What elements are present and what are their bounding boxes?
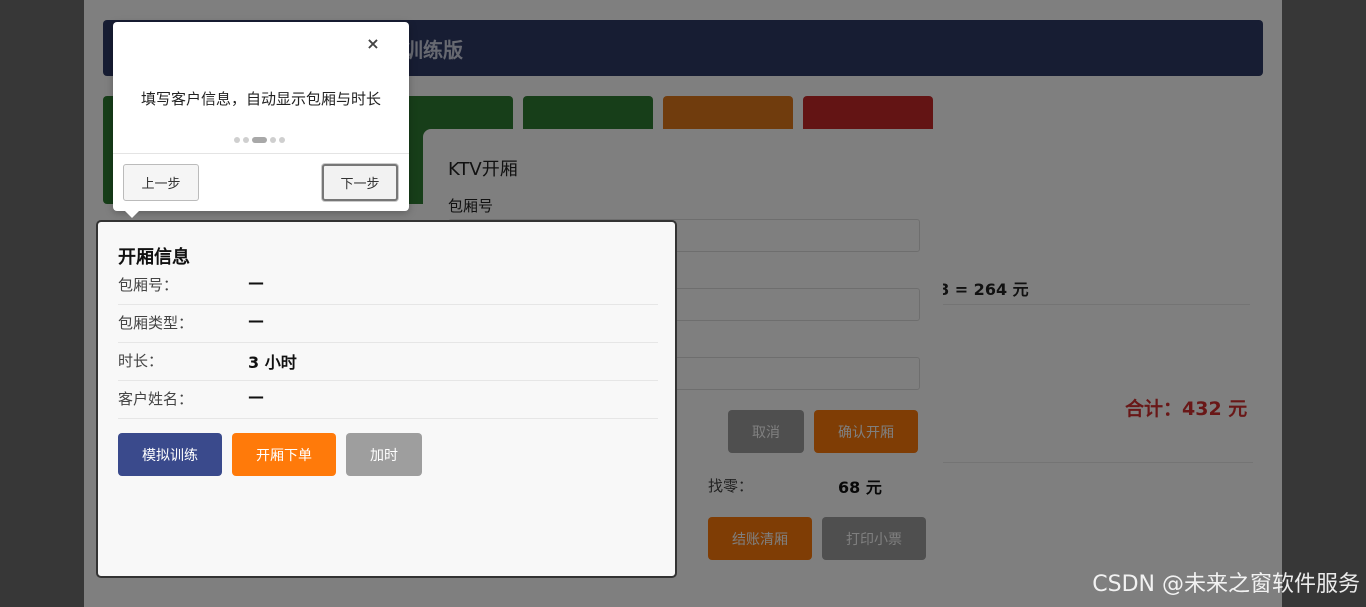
next-step-button[interactable]: 下一步 — [322, 164, 398, 201]
tour-popover: × 填写客户信息，自动显示包厢与时长 上一步 下一步 — [113, 22, 409, 218]
step-dot — [234, 137, 240, 143]
step-dot — [270, 137, 276, 143]
step-dot — [243, 137, 249, 143]
info-row-customer-name: 客户姓名： — — [118, 380, 658, 419]
step-dot-active — [252, 137, 267, 143]
info-label: 客户姓名： — [118, 390, 194, 408]
extend-time-button[interactable]: 加时 — [346, 433, 422, 476]
close-icon[interactable]: × — [365, 36, 381, 52]
step-dot — [279, 137, 285, 143]
prev-step-button[interactable]: 上一步 — [123, 164, 199, 201]
info-value: — — [248, 311, 264, 330]
tour-step-indicator — [234, 137, 285, 143]
info-label: 包厢类型： — [118, 314, 194, 332]
tour-divider — [113, 153, 409, 154]
info-value: 3 小时 — [248, 353, 297, 372]
info-value: — — [248, 387, 264, 406]
info-row-room-type: 包厢类型： — — [118, 304, 658, 343]
info-label: 时长： — [118, 352, 164, 370]
info-row-duration: 时长： 3 小时 — [118, 342, 658, 381]
info-row-room-number: 包厢号： — — [118, 266, 658, 305]
info-label: 包厢号： — [118, 276, 179, 294]
popover-arrow — [125, 211, 139, 218]
info-value: — — [248, 273, 264, 292]
room-info-panel: 开厢信息 包厢号： — 包厢类型： — 时长： 3 小时 客户姓名： — 模拟训… — [103, 227, 673, 575]
watermark: CSDN @未来之窗软件服务 — [1092, 572, 1360, 597]
open-room-order-button[interactable]: 开厢下单 — [232, 433, 336, 476]
tour-description: 填写客户信息，自动显示包厢与时长 — [140, 90, 381, 108]
simulate-training-button[interactable]: 模拟训练 — [118, 433, 222, 476]
